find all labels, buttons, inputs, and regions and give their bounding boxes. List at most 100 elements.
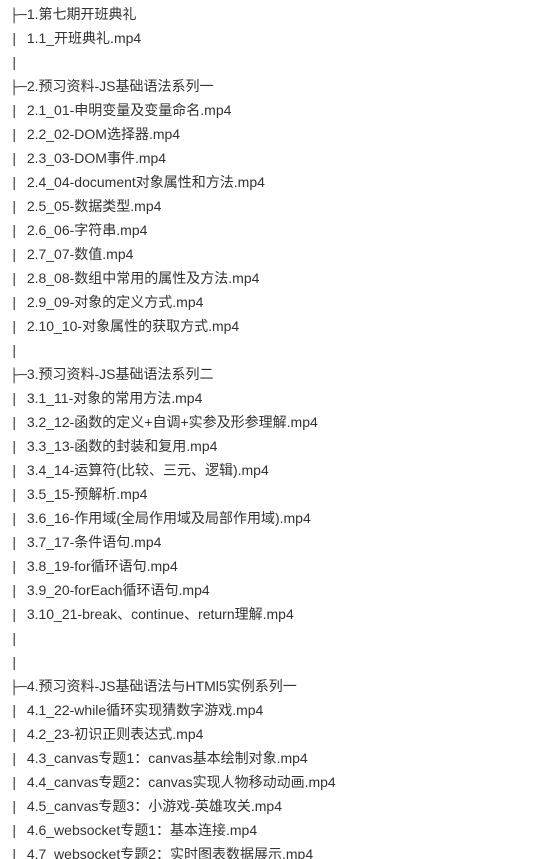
file-line: | 2.3_03-DOM事件.mp4 [10, 148, 529, 172]
file-line: | 4.4_canvas专题2：canvas实现人物移动动画.mp4 [10, 772, 529, 796]
file-label: 3.3_13-函数的封装和复用.mp4 [27, 438, 218, 454]
file-label: 2.8_08-数组中常用的属性及方法.mp4 [27, 270, 260, 286]
tree-pipe-icon: | [10, 296, 27, 312]
file-line: | 4.3_canvas专题1：canvas基本绘制对象.mp4 [10, 748, 529, 772]
tree-pipe-icon: | [10, 584, 27, 600]
tree-pipe-icon: | [10, 752, 27, 768]
blank-line: | [10, 628, 529, 652]
folder-label: 3.预习资料-JS基础语法系列二 [27, 366, 214, 382]
file-label: 2.2_02-DOM选择器.mp4 [27, 126, 180, 142]
tree-pipe-icon: | [10, 416, 27, 432]
file-line: | 3.9_20-forEach循环语句.mp4 [10, 580, 529, 604]
file-label: 4.3_canvas专题1：canvas基本绘制对象.mp4 [27, 750, 308, 766]
file-line: | 4.7_websocket专题2：实时图表数据展示.mp4 [10, 844, 529, 859]
file-label: 4.1_22-while循环实现猜数字游戏.mp4 [27, 702, 264, 718]
file-label: 4.2_23-初识正则表达式.mp4 [27, 726, 204, 742]
tree-pipe-icon: | [10, 128, 27, 144]
tree-branch-icon: ├─ [10, 680, 27, 696]
file-label: 3.2_12-函数的定义+自调+实参及形参理解.mp4 [27, 414, 318, 430]
file-label: 1.1_开班典礼.mp4 [27, 30, 141, 46]
file-line: | 3.4_14-运算符(比较、三元、逻辑).mp4 [10, 460, 529, 484]
tree-pipe-icon: | [10, 800, 27, 816]
file-line: | 4.5_canvas专题3：小游戏-英雄攻关.mp4 [10, 796, 529, 820]
folder-label: 4.预习资料-JS基础语法与HTMl5实例系列一 [27, 678, 297, 694]
file-line: | 2.5_05-数据类型.mp4 [10, 196, 529, 220]
tree-pipe-icon: | [10, 824, 27, 840]
file-label: 2.6_06-字符串.mp4 [27, 222, 148, 238]
tree-pipe-icon: | [10, 320, 27, 336]
tree-pipe-icon: | [10, 272, 27, 288]
file-label: 2.9_09-对象的定义方式.mp4 [27, 294, 204, 310]
file-line: | 3.3_13-函数的封装和复用.mp4 [10, 436, 529, 460]
file-line: | 2.1_01-申明变量及变量命名.mp4 [10, 100, 529, 124]
file-line: | 4.2_23-初识正则表达式.mp4 [10, 724, 529, 748]
file-line: | 4.1_22-while循环实现猜数字游戏.mp4 [10, 700, 529, 724]
tree-pipe-icon: | [10, 632, 18, 648]
file-line: | 2.7_07-数值.mp4 [10, 244, 529, 268]
file-line: | 3.8_19-for循环语句.mp4 [10, 556, 529, 580]
file-label: 4.5_canvas专题3：小游戏-英雄攻关.mp4 [27, 798, 282, 814]
tree-pipe-icon: | [10, 56, 18, 72]
tree-pipe-icon: | [10, 848, 27, 859]
directory-tree: ├─1.第七期开班典礼| 1.1_开班典礼.mp4|├─2.预习资料-JS基础语… [10, 4, 529, 859]
tree-pipe-icon: | [10, 224, 27, 240]
folder-line: ├─4.预习资料-JS基础语法与HTMl5实例系列一 [10, 676, 529, 700]
tree-branch-icon: ├─ [10, 368, 27, 384]
file-line: | 4.6_websocket专题1：基本连接.mp4 [10, 820, 529, 844]
blank-line: | [10, 652, 529, 676]
file-label: 3.5_15-预解析.mp4 [27, 486, 148, 502]
file-label: 2.4_04-document对象属性和方法.mp4 [27, 174, 265, 190]
tree-pipe-icon: | [10, 176, 27, 192]
file-label: 4.7_websocket专题2：实时图表数据展示.mp4 [27, 846, 313, 859]
tree-pipe-icon: | [10, 200, 27, 216]
file-line: | 3.7_17-条件语句.mp4 [10, 532, 529, 556]
file-line: | 2.8_08-数组中常用的属性及方法.mp4 [10, 268, 529, 292]
file-line: | 3.5_15-预解析.mp4 [10, 484, 529, 508]
tree-pipe-icon: | [10, 512, 27, 528]
file-line: | 3.2_12-函数的定义+自调+实参及形参理解.mp4 [10, 412, 529, 436]
tree-pipe-icon: | [10, 32, 27, 48]
blank-line: | [10, 340, 529, 364]
file-line: | 1.1_开班典礼.mp4 [10, 28, 529, 52]
file-label: 2.7_07-数值.mp4 [27, 246, 134, 262]
file-label: 2.10_10-对象属性的获取方式.mp4 [27, 318, 239, 334]
file-label: 4.4_canvas专题2：canvas实现人物移动动画.mp4 [27, 774, 336, 790]
file-label: 3.10_21-break、continue、return理解.mp4 [27, 606, 294, 622]
blank-line: | [10, 52, 529, 76]
tree-pipe-icon: | [10, 464, 27, 480]
tree-branch-icon: ├─ [10, 80, 27, 96]
file-line: | 2.2_02-DOM选择器.mp4 [10, 124, 529, 148]
file-line: | 2.6_06-字符串.mp4 [10, 220, 529, 244]
tree-pipe-icon: | [10, 728, 27, 744]
file-label: 3.8_19-for循环语句.mp4 [27, 558, 178, 574]
tree-pipe-icon: | [10, 656, 18, 672]
file-label: 2.5_05-数据类型.mp4 [27, 198, 162, 214]
file-line: | 3.10_21-break、continue、return理解.mp4 [10, 604, 529, 628]
file-label: 3.9_20-forEach循环语句.mp4 [27, 582, 210, 598]
tree-pipe-icon: | [10, 344, 18, 360]
tree-pipe-icon: | [10, 560, 27, 576]
folder-line: ├─1.第七期开班典礼 [10, 4, 529, 28]
tree-pipe-icon: | [10, 104, 27, 120]
file-label: 3.4_14-运算符(比较、三元、逻辑).mp4 [27, 462, 269, 478]
file-label: 2.1_01-申明变量及变量命名.mp4 [27, 102, 232, 118]
file-line: | 2.10_10-对象属性的获取方式.mp4 [10, 316, 529, 340]
folder-line: ├─3.预习资料-JS基础语法系列二 [10, 364, 529, 388]
folder-label: 1.第七期开班典礼 [27, 6, 137, 22]
folder-line: ├─2.预习资料-JS基础语法系列一 [10, 76, 529, 100]
file-line: | 2.4_04-document对象属性和方法.mp4 [10, 172, 529, 196]
tree-pipe-icon: | [10, 488, 27, 504]
tree-branch-icon: ├─ [10, 8, 27, 24]
file-line: | 3.1_11-对象的常用方法.mp4 [10, 388, 529, 412]
tree-pipe-icon: | [10, 704, 27, 720]
tree-pipe-icon: | [10, 440, 27, 456]
tree-pipe-icon: | [10, 392, 27, 408]
folder-label: 2.预习资料-JS基础语法系列一 [27, 78, 214, 94]
tree-pipe-icon: | [10, 608, 27, 624]
file-label: 3.1_11-对象的常用方法.mp4 [27, 390, 203, 406]
file-line: | 2.9_09-对象的定义方式.mp4 [10, 292, 529, 316]
tree-pipe-icon: | [10, 776, 27, 792]
tree-pipe-icon: | [10, 152, 27, 168]
file-label: 2.3_03-DOM事件.mp4 [27, 150, 166, 166]
tree-pipe-icon: | [10, 248, 27, 264]
